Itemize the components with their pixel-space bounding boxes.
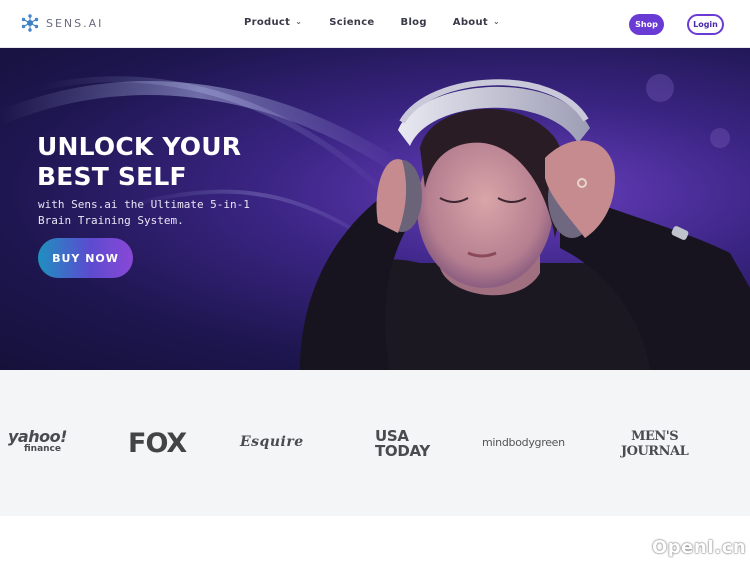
brand-logo[interactable]: SENS.AI [20,13,103,33]
menu-item-label: About [452,17,488,28]
mens-journal-logo: MEN'S JOURNAL [621,429,689,459]
sens-logo-icon [21,14,39,32]
hero-title-line-1: UNLOCK YOUR [37,132,242,161]
hero-title-line-2: BEST SELF [37,162,187,191]
hero-subtitle: with Sens.ai the Ultimate 5-in-1 Brain T… [38,198,250,227]
watermark: OpenI.cn [652,537,747,558]
hero-title: UNLOCK YOUR BEST SELF [37,132,297,192]
mindbodygreen-logo: mindbodygreen [482,436,565,449]
menu-item-product[interactable]: Product ⌄ [244,17,302,28]
fox-logo: FOX [128,428,187,459]
chevron-down-icon: ⌄ [492,17,500,26]
menu-item-label: Science [329,17,375,28]
chevron-down-icon: ⌄ [295,17,303,26]
press-logos-strip: yahoo! finance FOX Esquire USA TODAY min… [0,370,750,516]
mens-journal-line-2: JOURNAL [621,444,689,459]
logo-text: SENS.AI [46,16,104,30]
menu-item-blog[interactable]: Blog [401,17,427,28]
esquire-logo: Esquire [240,434,304,450]
menu-item-about[interactable]: About ⌄ [453,17,500,28]
menu-item-label: Product [244,17,291,28]
usa-today-line-2: TODAY [375,442,430,460]
shop-button[interactable]: Shop [629,14,664,35]
hero-banner: UNLOCK YOUR BEST SELF with Sens.ai the U… [0,48,750,370]
login-button[interactable]: Login [687,14,724,35]
top-navigation: SENS.AI Product ⌄ Science Blog About ⌄ S… [0,0,750,48]
menu-item-science[interactable]: Science [329,17,374,28]
yahoo-finance-logo: yahoo! finance [8,429,67,455]
menu-item-label: Blog [400,17,427,28]
main-menu: Product ⌄ Science Blog About ⌄ [244,17,500,28]
yahoo-logo-subtext: finance [24,444,61,454]
usa-today-logo: USA TODAY [375,429,430,459]
mens-journal-line-1: MEN'S [631,429,679,444]
buy-now-button[interactable]: BUY NOW [38,238,133,278]
